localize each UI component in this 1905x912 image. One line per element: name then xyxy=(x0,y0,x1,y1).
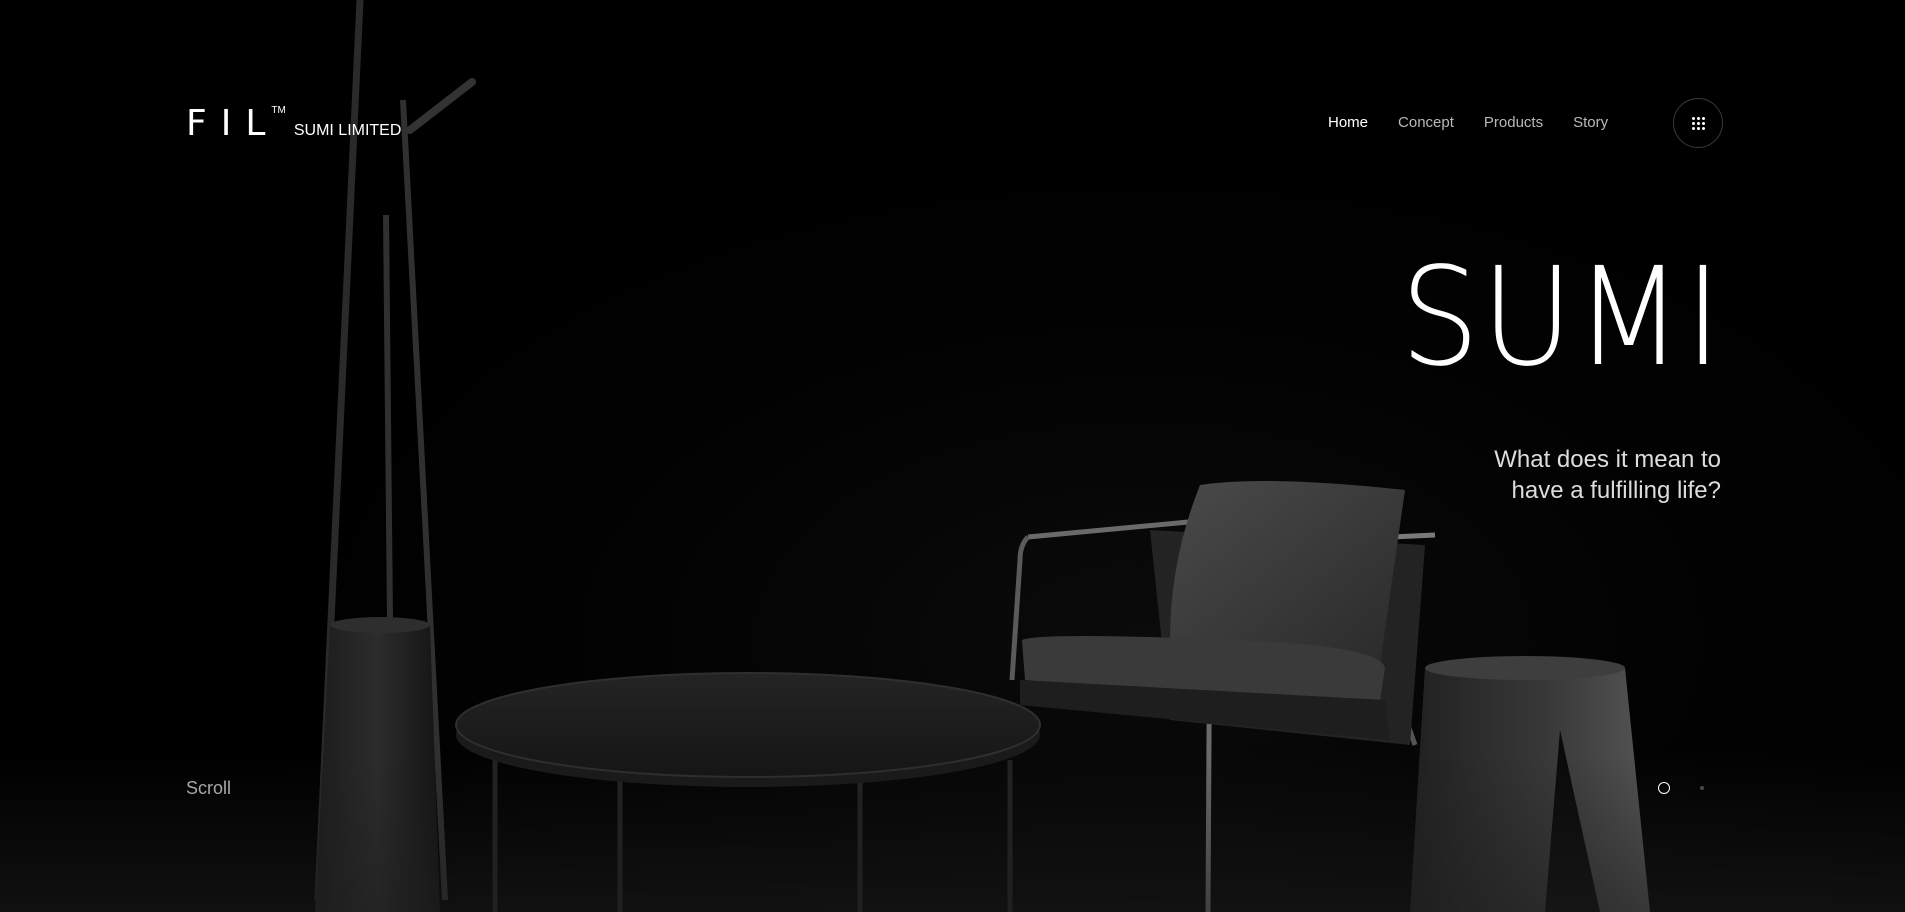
bottom-fade xyxy=(0,752,1905,912)
logo-mark: FIL xyxy=(186,103,280,144)
slider-dot-1[interactable] xyxy=(1626,786,1630,790)
slider-pagination xyxy=(1626,782,1704,794)
brand-logo[interactable]: FIL TM SUMI LIMITED xyxy=(186,103,402,144)
hero-tagline: What does it mean to have a fulfilling l… xyxy=(1401,444,1721,506)
grid-dots-icon xyxy=(1691,116,1705,130)
brand-name: SUMI LIMITED xyxy=(293,122,402,139)
nav-item-story[interactable]: Story xyxy=(1573,114,1608,131)
slider-dot-3[interactable] xyxy=(1700,786,1704,790)
menu-button[interactable] xyxy=(1673,98,1723,148)
tagline-line-1: What does it mean to xyxy=(1494,446,1721,473)
nav-item-products[interactable]: Products xyxy=(1484,114,1543,131)
nav-item-home[interactable]: Home xyxy=(1328,114,1368,131)
tagline-line-2: have a fulfilling life? xyxy=(1511,477,1721,504)
nav-item-concept[interactable]: Concept xyxy=(1398,114,1454,131)
trademark-symbol: TM xyxy=(271,105,286,116)
scroll-indicator[interactable]: Scroll xyxy=(186,778,231,799)
main-nav: Home Concept Products Story xyxy=(1328,114,1638,131)
slider-dot-2-active[interactable] xyxy=(1658,782,1670,794)
hero-title: SUMI xyxy=(1399,239,1723,397)
hero-section: FIL TM SUMI LIMITED Home Concept Product… xyxy=(0,0,1905,912)
